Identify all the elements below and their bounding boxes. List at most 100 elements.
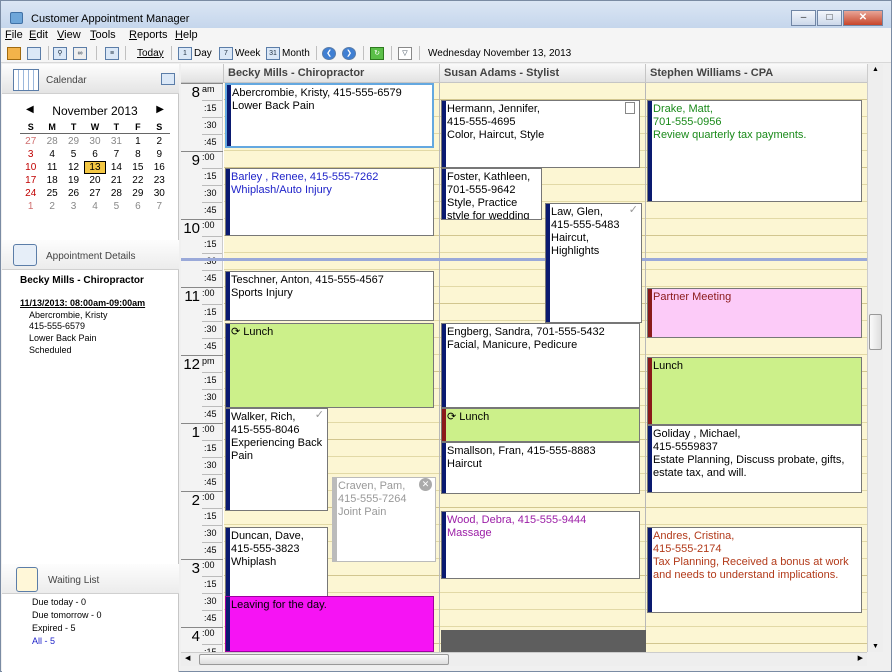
appointment-craven[interactable]: ✕ Craven, Pam, 415-555-7264 Joint Pain xyxy=(332,477,436,562)
today-button[interactable]: Today xyxy=(137,45,164,61)
menu-edit[interactable]: Edit xyxy=(29,29,48,41)
appointment-lunch-becky[interactable]: ⟳ Lunch xyxy=(225,323,434,408)
appointment-wood[interactable]: Wood, Debra, 415-555-9444 Massage xyxy=(441,511,640,579)
binoculars-icon[interactable]: ∞ xyxy=(73,45,89,61)
appointment-engberg[interactable]: Engberg, Sandra, 701-555-5432 Facial, Ma… xyxy=(441,323,640,408)
list-icon[interactable]: ≡ xyxy=(105,45,121,61)
scroll-right-icon[interactable]: ▶ xyxy=(858,654,863,662)
next-month-icon[interactable]: ▶ xyxy=(156,104,164,115)
calendar-day[interactable]: 12 xyxy=(63,161,84,174)
calendar-day[interactable]: 29 xyxy=(127,187,148,200)
calendar-day[interactable]: 13 xyxy=(84,161,106,174)
calendar-day[interactable]: 21 xyxy=(106,174,127,187)
filter-icon[interactable]: ▽ xyxy=(398,45,414,61)
week-view-button[interactable]: 7 Week xyxy=(219,45,260,61)
appointment-smallson[interactable]: Smallson, Fran, 415-555-8883 Haircut xyxy=(441,442,640,494)
calendar-day[interactable]: 29 xyxy=(63,135,84,148)
appointment-lunch-stephen[interactable]: Lunch xyxy=(647,357,862,425)
calendar-day[interactable]: 6 xyxy=(127,200,148,213)
close-button[interactable]: ✕ xyxy=(843,10,883,26)
horizontal-scrollbar[interactable]: ◀ ▶ xyxy=(181,652,867,666)
waiting-expired[interactable]: Expired - 5 xyxy=(32,623,76,634)
scroll-left-icon[interactable]: ◀ xyxy=(185,654,190,662)
waiting-due-tomorrow[interactable]: Due tomorrow - 0 xyxy=(32,610,102,621)
appointment-drake[interactable]: Drake, Matt, 701-555-0956 Review quarter… xyxy=(647,100,862,202)
menu-view[interactable]: View xyxy=(57,29,81,41)
day-view-button[interactable]: 1 Day xyxy=(178,45,212,61)
calendar-day[interactable]: 5 xyxy=(63,148,84,161)
calendar-day[interactable]: 23 xyxy=(149,174,170,187)
calendar-day[interactable]: 7 xyxy=(106,148,127,161)
calendar-day[interactable]: 26 xyxy=(63,187,84,200)
appointment-leaving[interactable]: Leaving for the day. xyxy=(225,596,434,652)
calendar-day[interactable]: 30 xyxy=(149,187,170,200)
calendar-day[interactable]: 1 xyxy=(20,200,41,213)
calendar-day[interactable]: 25 xyxy=(41,187,62,200)
appointment-abercrombie[interactable]: Abercrombie, Kristy, 415-555-6579 Lower … xyxy=(225,83,434,148)
calendar-day[interactable]: 15 xyxy=(127,161,148,174)
menu-file[interactable]: File xyxy=(5,29,23,41)
calendar-day[interactable]: 30 xyxy=(84,135,105,148)
maximize-button[interactable]: □ xyxy=(817,10,842,26)
calendar-day[interactable]: 3 xyxy=(20,148,41,161)
appointment-duncan[interactable]: Duncan, Dave, 415-555-3823 Whiplash xyxy=(225,527,328,597)
appointment-goliday[interactable]: Goliday , Michael, 415-5559837 Estate Pl… xyxy=(647,425,862,493)
calendar-day[interactable]: 8 xyxy=(127,148,148,161)
back-arrow-icon[interactable]: ❮ xyxy=(322,45,338,61)
calendar-day[interactable]: 16 xyxy=(149,161,170,174)
people-icon[interactable] xyxy=(7,45,23,61)
calendar-day[interactable]: 14 xyxy=(106,161,127,174)
calendar-day[interactable]: 10 xyxy=(20,161,41,174)
calendar-day[interactable]: 17 xyxy=(20,174,41,187)
menu-reports[interactable]: Reports xyxy=(129,29,168,41)
calendar-day[interactable]: 9 xyxy=(149,148,170,161)
calendar-day[interactable]: 19 xyxy=(63,174,84,187)
appointment-lunch-susan[interactable]: ⟳ Lunch xyxy=(441,408,640,442)
calendar-day[interactable]: 28 xyxy=(41,135,62,148)
prev-month-icon[interactable]: ◀ xyxy=(26,104,34,115)
time-gridline xyxy=(202,372,222,373)
menu-tools[interactable]: Tools xyxy=(90,29,116,41)
appointment-law[interactable]: ✓ Law, Glen, 415-555-5483 Haircut, Highl… xyxy=(545,203,642,323)
appointment-hermann[interactable]: Hermann, Jennifer, 415-555-4695 Color, H… xyxy=(441,100,640,168)
calendar-day[interactable]: 28 xyxy=(106,187,127,200)
scroll-down-icon[interactable]: ▼ xyxy=(872,643,879,650)
minimize-button[interactable]: – xyxy=(791,10,816,26)
calendar-day[interactable]: 2 xyxy=(41,200,62,213)
refresh-icon[interactable]: ↻ xyxy=(370,45,386,61)
calendar-day[interactable]: 31 xyxy=(106,135,127,148)
waiting-all[interactable]: All - 5 xyxy=(32,636,55,647)
calendar-day[interactable]: 5 xyxy=(106,200,127,213)
calendar-day[interactable]: 22 xyxy=(127,174,148,187)
calendar-day[interactable]: 20 xyxy=(84,174,105,187)
calendar-day[interactable]: 7 xyxy=(149,200,170,213)
vertical-scrollbar[interactable]: ▲ ▼ xyxy=(867,64,883,652)
calendar-day[interactable]: 6 xyxy=(84,148,105,161)
calendar-day[interactable]: 4 xyxy=(84,200,105,213)
scroll-up-icon[interactable]: ▲ xyxy=(872,66,879,73)
calendar-day[interactable]: 24 xyxy=(20,187,41,200)
month-view-button[interactable]: 31 Month xyxy=(266,45,310,61)
calendar-day[interactable]: 27 xyxy=(20,135,41,148)
forward-arrow-icon[interactable]: ❯ xyxy=(342,45,358,61)
appointment-foster[interactable]: Foster, Kathleen, 701-555-9642 Style, Pr… xyxy=(441,168,542,220)
vertical-scroll-thumb[interactable] xyxy=(869,314,882,350)
appointment-partner-meeting[interactable]: Partner Meeting xyxy=(647,288,862,338)
find-icon[interactable]: ⚲ xyxy=(53,45,69,61)
menu-help[interactable]: Help xyxy=(175,29,198,41)
calendar-day[interactable]: 2 xyxy=(149,135,170,148)
calendar-day[interactable]: 1 xyxy=(127,135,148,148)
appointment-teschner[interactable]: Teschner, Anton, 415-555-4567 Sports Inj… xyxy=(225,271,434,321)
appointment-andres[interactable]: Andres, Cristina, 415-555-2174 Tax Plann… xyxy=(647,527,862,613)
appointment-walker[interactable]: ✓ Walker, Rich, 415-555-8046 Experiencin… xyxy=(225,408,328,511)
calendar-day[interactable]: 18 xyxy=(41,174,62,187)
card-icon[interactable] xyxy=(27,45,43,61)
horizontal-scroll-thumb[interactable] xyxy=(199,654,449,665)
collapse-icon[interactable] xyxy=(161,73,175,85)
appointment-barley[interactable]: Barley , Renee, 415-555-7262 Whiplash/Au… xyxy=(225,168,434,236)
calendar-day[interactable]: 11 xyxy=(41,161,62,174)
calendar-day[interactable]: 3 xyxy=(63,200,84,213)
waiting-due-today[interactable]: Due today - 0 xyxy=(32,597,86,608)
calendar-day[interactable]: 27 xyxy=(84,187,105,200)
calendar-day[interactable]: 4 xyxy=(41,148,62,161)
